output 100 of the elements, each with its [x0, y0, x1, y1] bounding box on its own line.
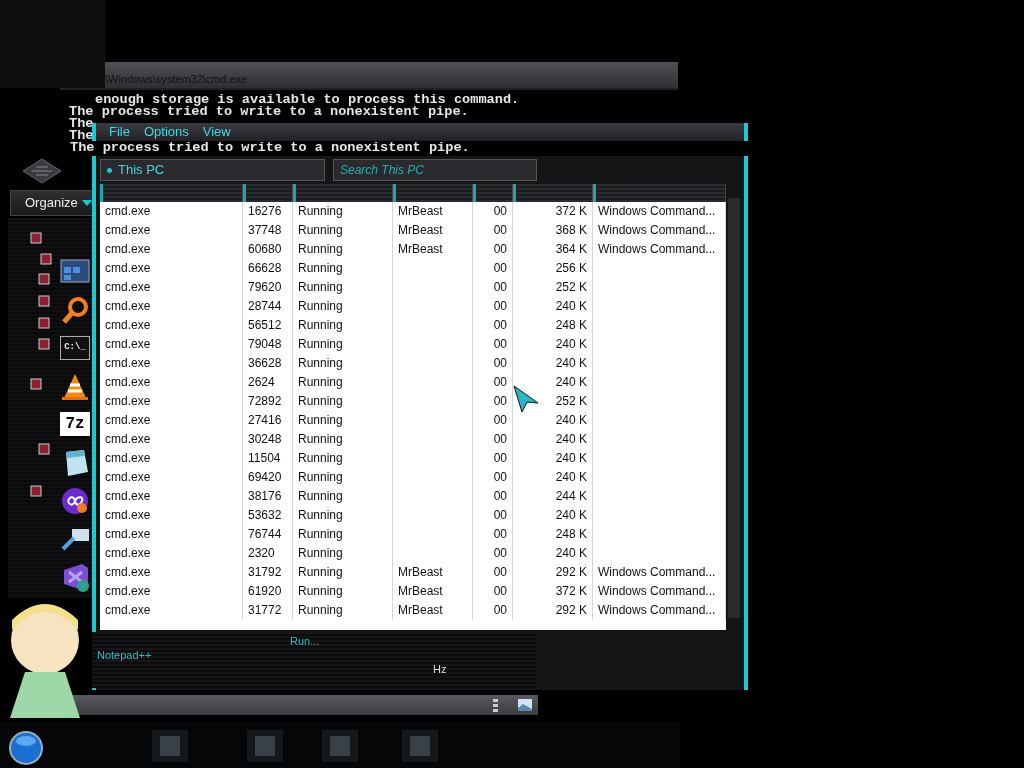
- table-cell: 31772: [243, 601, 293, 620]
- table-cell: cmd.exe: [100, 468, 243, 487]
- table-cell: 00: [473, 563, 513, 582]
- search-icon[interactable]: [60, 296, 90, 326]
- table-cell: Running: [293, 411, 393, 430]
- table-cell: 76744: [243, 525, 293, 544]
- table-cell: cmd.exe: [100, 449, 243, 468]
- table-cell: cmd.exe: [100, 430, 243, 449]
- app-icon[interactable]: [38, 338, 50, 350]
- table-cell: 30248: [243, 430, 293, 449]
- table-cell: 292 K: [513, 563, 593, 582]
- table-cell: cmd.exe: [100, 506, 243, 525]
- table-cell: 2320: [243, 544, 293, 563]
- table-cell: Running: [293, 582, 393, 601]
- infinity-icon[interactable]: [60, 486, 90, 516]
- start-button[interactable]: [7, 730, 45, 766]
- table-cell: MrBeast: [393, 240, 473, 259]
- table-cell: 368 K: [513, 221, 593, 240]
- archive-icon[interactable]: 7z: [60, 412, 90, 436]
- search-field[interactable]: Search This PC: [333, 159, 537, 181]
- table-cell: Running: [293, 468, 393, 487]
- terminal-icon[interactable]: C:\_: [60, 336, 90, 360]
- column-header[interactable]: [473, 184, 513, 202]
- menu-item[interactable]: Notepad++: [97, 647, 152, 664]
- table-cell: Running: [293, 240, 393, 259]
- table-cell: Running: [293, 278, 393, 297]
- table-cell: 79048: [243, 335, 293, 354]
- table-cell: 66628: [243, 259, 293, 278]
- table-cell: 00: [473, 392, 513, 411]
- table-cell: 79620: [243, 278, 293, 297]
- table-cell: Running: [293, 525, 393, 544]
- table-cell: cmd.exe: [100, 240, 243, 259]
- menu-item[interactable]: Options: [143, 123, 189, 141]
- table-cell: 31792: [243, 563, 293, 582]
- table-cell: 244 K: [513, 487, 593, 506]
- table-cell: 252 K: [513, 278, 593, 297]
- table-cell: Windows Command...: [593, 202, 726, 221]
- menu-item[interactable]: File: [109, 123, 130, 141]
- table-cell: cmd.exe: [100, 544, 243, 563]
- table-cell: 53632: [243, 506, 293, 525]
- traffic-cone-icon[interactable]: [60, 372, 90, 402]
- table-cell: 00: [473, 259, 513, 278]
- console-line: The: [69, 128, 94, 143]
- app-icon[interactable]: [30, 485, 42, 497]
- app-icon[interactable]: [38, 317, 50, 329]
- table-cell: 240 K: [513, 297, 593, 316]
- table-cell: 372 K: [513, 202, 593, 221]
- column-header[interactable]: [513, 184, 593, 202]
- table-cell: 00: [473, 411, 513, 430]
- table-cell: 00: [473, 373, 513, 392]
- app-icon[interactable]: [38, 443, 50, 455]
- table-cell: 240 K: [513, 468, 593, 487]
- app-icon[interactable]: [40, 253, 52, 265]
- menu-item[interactable]: View: [202, 123, 231, 141]
- table-cell: 00: [473, 202, 513, 221]
- table-cell: Running: [293, 221, 393, 240]
- app-icon[interactable]: [38, 295, 50, 307]
- image-icon: [518, 699, 532, 711]
- app-icon[interactable]: [38, 273, 50, 285]
- column-header[interactable]: [100, 184, 243, 202]
- table-cell: 00: [473, 278, 513, 297]
- table-cell: 00: [473, 468, 513, 487]
- table-cell: cmd.exe: [100, 601, 243, 620]
- app-icon[interactable]: [30, 232, 42, 244]
- app-icon[interactable]: [30, 378, 42, 390]
- table-cell: Running: [293, 430, 393, 449]
- table-cell: 00: [473, 221, 513, 240]
- column-header[interactable]: [593, 184, 726, 202]
- table-cell: 240 K: [513, 544, 593, 563]
- table-cell: 56512: [243, 316, 293, 335]
- table-cell: 00: [473, 487, 513, 506]
- table-cell: cmd.exe: [100, 411, 243, 430]
- console-line: enough storage is available to process this command.: [95, 92, 520, 107]
- table-cell: cmd.exe: [100, 392, 243, 411]
- table-cell: 69420: [243, 468, 293, 487]
- table-cell: 00: [473, 601, 513, 620]
- table-cell: 240 K: [513, 430, 593, 449]
- table-cell: 240 K: [513, 506, 593, 525]
- column-header[interactable]: [243, 184, 293, 202]
- table-cell: 292 K: [513, 601, 593, 620]
- table-cell: Running: [293, 354, 393, 373]
- table-cell: 00: [473, 297, 513, 316]
- organize-button[interactable]: Organize: [10, 190, 94, 216]
- table-cell: 00: [473, 335, 513, 354]
- table-cell: cmd.exe: [100, 202, 243, 221]
- table-cell: Running: [293, 601, 393, 620]
- column-header[interactable]: [293, 184, 393, 202]
- table-cell: cmd.exe: [100, 259, 243, 278]
- column-header[interactable]: [393, 184, 473, 202]
- table-cell: 372 K: [513, 582, 593, 601]
- clock-text: Hz: [433, 662, 447, 677]
- table-cell: 00: [473, 506, 513, 525]
- table-cell: 2624: [243, 373, 293, 392]
- table-cell: 16276: [243, 202, 293, 221]
- table-cell: 248 K: [513, 525, 593, 544]
- table-cell: MrBeast: [393, 582, 473, 601]
- table-cell: MrBeast: [393, 202, 473, 221]
- address-field[interactable]: This PC: [100, 159, 325, 181]
- menu-item[interactable]: Run...: [290, 633, 320, 650]
- table-cell: 27416: [243, 411, 293, 430]
